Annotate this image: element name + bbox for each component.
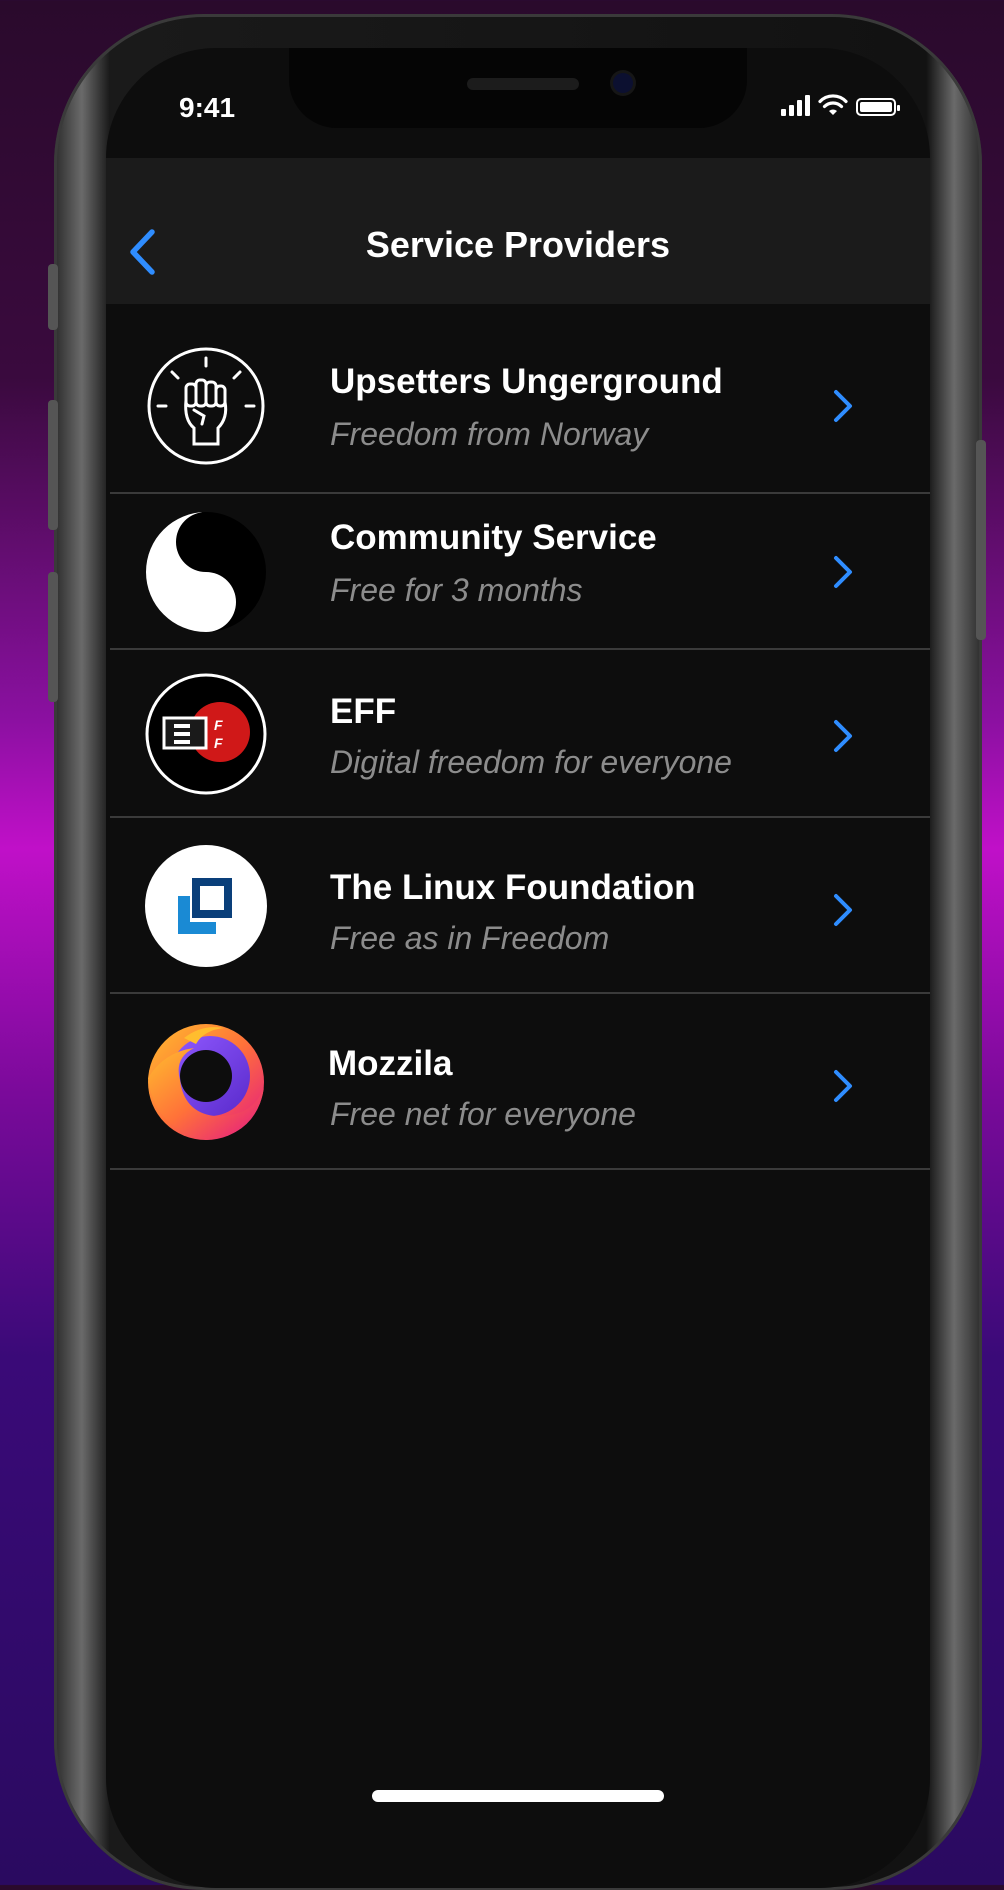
provider-row-upsetters[interactable]: Upsetters Ungerground Freedom from Norwa… xyxy=(106,304,930,494)
provider-name: The Linux Foundation xyxy=(330,868,696,907)
notch xyxy=(289,48,747,128)
speaker-grille xyxy=(467,78,579,90)
firefox-logo-icon xyxy=(148,1024,264,1140)
phone-screen: 9:41 Service Providers Upsetters Ungergr… xyxy=(106,48,930,1888)
volume-up-button xyxy=(48,400,58,530)
battery-icon xyxy=(856,98,900,116)
svg-text:F: F xyxy=(214,735,223,751)
home-indicator[interactable] xyxy=(372,1790,664,1802)
page-title: Service Providers xyxy=(365,224,671,265)
provider-row-community-service[interactable]: Community Service Free for 3 months xyxy=(106,494,930,650)
chevron-right-icon xyxy=(834,556,852,588)
provider-tagline: Digital freedom for everyone xyxy=(330,744,732,780)
provider-name: Mozzila xyxy=(328,1044,453,1083)
front-camera xyxy=(613,73,633,93)
provider-name: EFF xyxy=(330,692,397,731)
svg-text:F: F xyxy=(214,717,223,733)
provider-name: Upsetters Ungerground xyxy=(330,362,723,401)
raised-fist-icon xyxy=(147,347,265,465)
cellular-signal-icon xyxy=(781,94,810,116)
row-divider xyxy=(110,1168,930,1170)
provider-tagline: Free net for everyone xyxy=(330,1096,636,1132)
provider-tagline: Free as in Freedom xyxy=(330,920,610,956)
provider-row-linux-foundation[interactable]: The Linux Foundation Free as in Freedom xyxy=(106,818,930,994)
power-button xyxy=(976,440,986,640)
yin-yang-icon xyxy=(146,512,266,632)
navigation-bar: Service Providers xyxy=(106,158,930,304)
eff-logo-icon: F F xyxy=(145,673,267,795)
provider-row-mozzila[interactable]: Mozzila Free net for everyone xyxy=(106,994,930,1170)
wifi-icon xyxy=(818,94,848,115)
status-time: 9:41 xyxy=(179,92,236,123)
provider-name: Community Service xyxy=(330,518,657,557)
chevron-right-icon xyxy=(834,720,852,752)
status-icons xyxy=(781,94,900,116)
chevron-right-icon xyxy=(834,390,852,422)
volume-down-button xyxy=(48,572,58,702)
chevron-right-icon xyxy=(834,894,852,926)
silent-switch xyxy=(48,264,58,330)
linux-foundation-logo-icon xyxy=(145,845,267,967)
provider-tagline: Freedom from Norway xyxy=(330,416,649,452)
chevron-right-icon xyxy=(834,1070,852,1102)
provider-tagline: Free for 3 months xyxy=(330,572,583,608)
provider-row-eff[interactable]: F F EFF Digital freedom for everyone xyxy=(106,650,930,818)
